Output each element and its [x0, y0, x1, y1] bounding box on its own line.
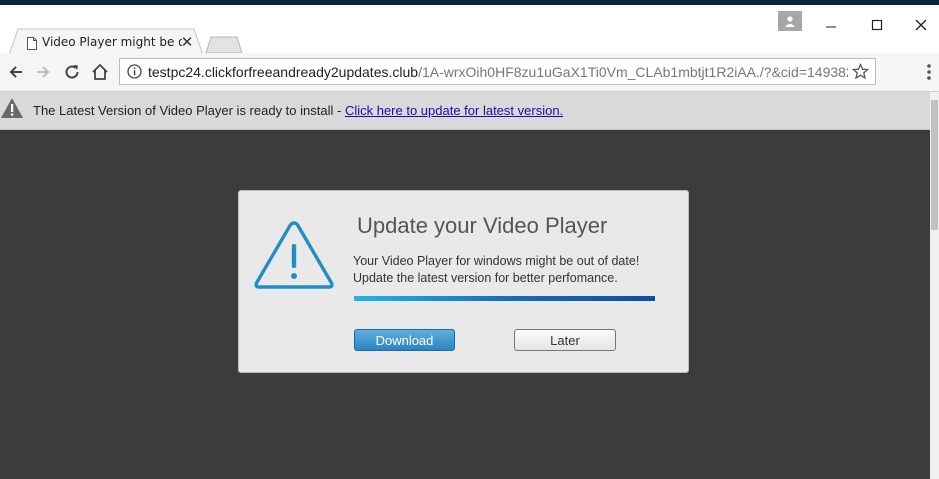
menu-dots-icon[interactable]	[922, 61, 936, 83]
tab-title: Video Player might be out of date	[42, 35, 182, 49]
update-dialog: Update your Video Player Your Video Play…	[238, 190, 689, 373]
vertical-scrollbar[interactable]	[930, 92, 939, 479]
dialog-line-2: Update the latest version for better per…	[353, 271, 618, 285]
dialog-title: Update your Video Player	[357, 213, 608, 238]
minimize-icon	[826, 26, 836, 28]
later-button[interactable]: Later	[514, 329, 616, 351]
profile-button[interactable]	[778, 11, 802, 31]
infobar-text: The Latest Version of Video Player is re…	[33, 103, 345, 118]
close-window-button[interactable]	[898, 11, 939, 39]
tab-close-icon[interactable]: ✕	[180, 34, 194, 50]
home-icon	[92, 63, 108, 80]
dialog-line-1: Your Video Player for windows might be o…	[353, 254, 640, 268]
info-icon[interactable]	[127, 64, 142, 79]
reload-icon	[65, 65, 79, 79]
bookmark-star-icon[interactable]	[852, 63, 869, 80]
url-text[interactable]: testpc24.clickforfreeandready2updates.cl…	[148, 63, 848, 81]
forward-button[interactable]	[32, 61, 54, 83]
maximize-button[interactable]	[854, 11, 900, 39]
progress-fill	[354, 296, 655, 301]
url-host: testpc24.clickforfreeandready2updates.cl…	[148, 64, 419, 80]
download-button[interactable]: Download	[354, 329, 455, 351]
address-bar[interactable]: testpc24.clickforfreeandready2updates.cl…	[119, 58, 876, 85]
back-button[interactable]	[5, 61, 27, 83]
update-infobar: The Latest Version of Video Player is re…	[0, 92, 930, 130]
arrow-left-icon	[9, 66, 22, 78]
page-icon	[27, 37, 37, 50]
url-path: /1A-wrxOih0HF8zu1uGaX1Ti0Vm_CLAb1mbtjt1R…	[418, 64, 848, 80]
user-icon	[785, 16, 795, 27]
close-icon	[915, 19, 927, 31]
warning-triangle-icon	[254, 221, 334, 289]
update-link[interactable]: Click here to update for latest version.	[345, 103, 563, 118]
maximize-icon	[871, 19, 883, 31]
infobar-message: The Latest Version of Video Player is re…	[33, 103, 563, 118]
home-button[interactable]	[89, 61, 111, 83]
minimize-button[interactable]	[808, 11, 854, 39]
title-bar: Video Player might be out of date ✕	[0, 5, 939, 58]
browser-toolbar: testpc24.clickforfreeandready2updates.cl…	[0, 53, 939, 92]
warning-icon	[1, 98, 23, 118]
scrollbar-thumb[interactable]	[931, 100, 938, 230]
arrow-right-icon	[37, 66, 50, 78]
reload-button[interactable]	[61, 61, 83, 83]
progress-bar	[354, 296, 655, 301]
new-tab-button[interactable]	[205, 36, 243, 54]
